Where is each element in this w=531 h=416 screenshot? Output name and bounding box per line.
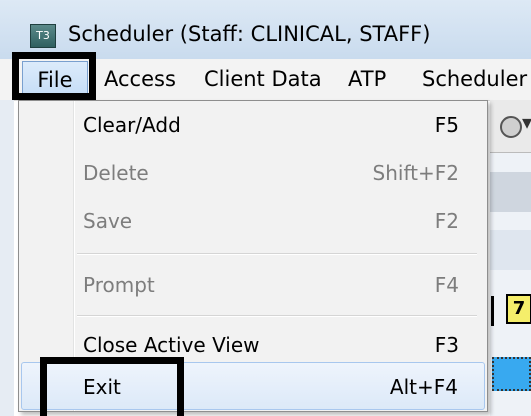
panel-subheader	[490, 230, 531, 270]
menu-item-label: Delete	[83, 161, 149, 185]
app-icon: T3	[30, 24, 56, 48]
menu-item-prompt[interactable]: Prompt F4	[19, 261, 487, 309]
menu-client-data[interactable]: Client Data	[204, 59, 322, 100]
menu-item-shortcut: F5	[434, 113, 459, 137]
left-panel-edge	[0, 100, 14, 416]
menu-item-shortcut: Alt+F4	[389, 375, 458, 399]
panel-header	[490, 172, 531, 212]
exit-highlight-box	[40, 357, 184, 416]
menu-item-save[interactable]: Save F2	[19, 197, 487, 245]
menu-item-clear-add[interactable]: Clear/Add F5	[19, 101, 487, 149]
window-title: Scheduler (Staff: CLINICAL, STAFF)	[68, 22, 431, 46]
menu-access[interactable]: Access	[104, 59, 176, 100]
menu-item-shortcut: F4	[434, 273, 459, 297]
menu-item-delete[interactable]: Delete Shift+F2	[19, 149, 487, 197]
title-bar: T3 Scheduler (Staff: CLINICAL, STAFF)	[0, 0, 531, 59]
chevron-down-icon[interactable]: ▾	[522, 110, 531, 134]
menu-item-shortcut: Shift+F2	[372, 161, 459, 185]
menu-divider	[77, 253, 477, 255]
menu-item-label: Save	[83, 209, 133, 233]
menu-divider	[77, 315, 477, 317]
menu-item-shortcut: F2	[434, 209, 459, 233]
toolbar-separator	[491, 296, 494, 326]
menu-item-label: Clear/Add	[83, 113, 181, 137]
selected-cell[interactable]	[492, 357, 531, 391]
calendar-day-button[interactable]: 7	[506, 294, 531, 324]
file-highlight-box	[12, 52, 96, 100]
menu-scheduler[interactable]: Scheduler	[422, 59, 527, 100]
menu-item-label: Prompt	[83, 273, 155, 297]
search-icon[interactable]	[500, 116, 522, 138]
menu-atp[interactable]: ATP	[348, 59, 386, 100]
